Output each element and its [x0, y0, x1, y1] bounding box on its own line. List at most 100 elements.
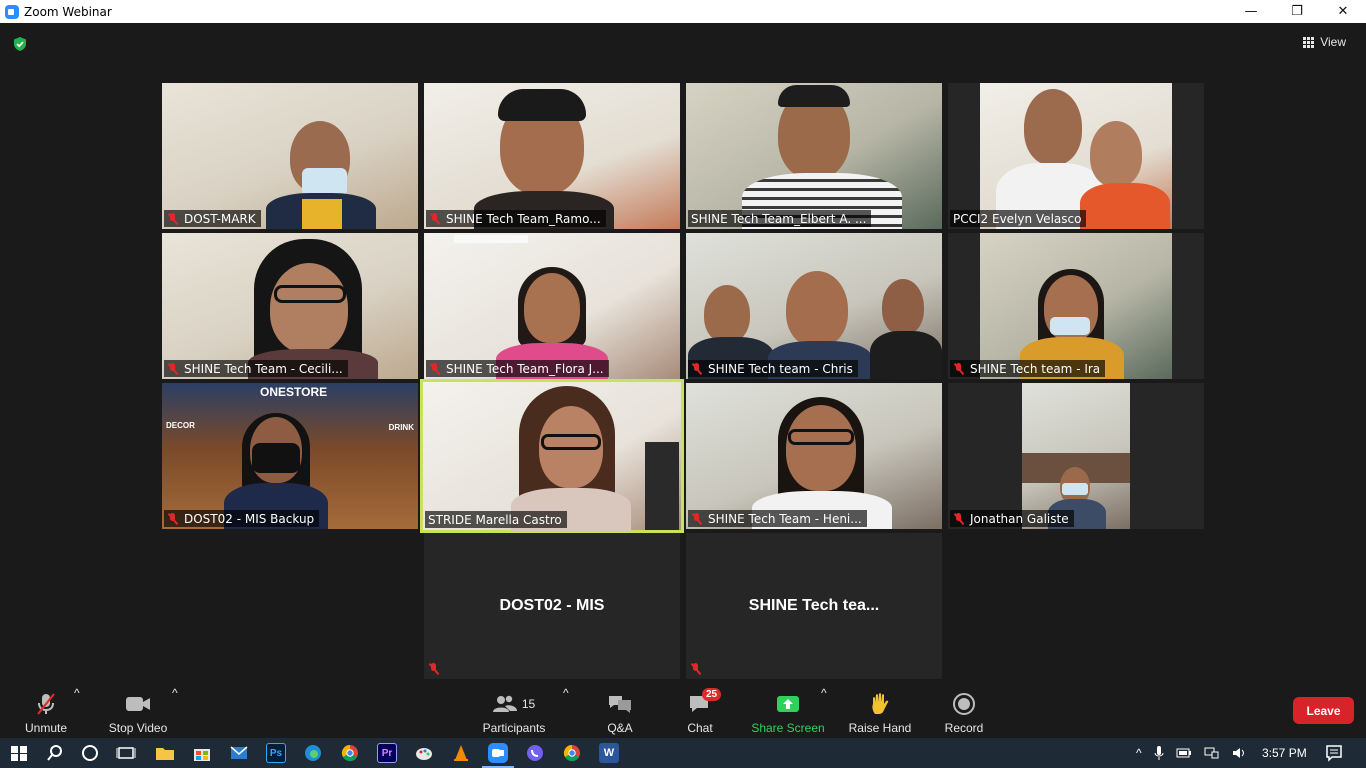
record-button[interactable]: Record [940, 686, 988, 738]
video-tile-active-speaker[interactable]: STRIDE Marella Castro [420, 379, 684, 533]
paint-icon[interactable] [414, 743, 434, 763]
video-tile[interactable]: SHINE Tech team - Ira [948, 233, 1204, 379]
mic-muted-icon [167, 512, 179, 525]
taskbar-clock[interactable]: 3:57 PM [1262, 738, 1307, 768]
view-button[interactable]: View [1303, 35, 1346, 49]
grid-icon [1303, 36, 1315, 48]
participant-name-label: SHINE Tech Team_Elbert A. ... [688, 210, 872, 227]
system-tray: ^ [1136, 738, 1248, 768]
qa-button[interactable]: Q&A [598, 686, 642, 738]
chevron-up-icon[interactable]: ^ [1136, 746, 1142, 760]
chrome-icon[interactable] [340, 743, 360, 763]
meeting-toolbar: Unmute ^ Stop Video ^ 15 Participants ^ … [0, 686, 1366, 738]
edge-icon[interactable] [303, 743, 323, 763]
notifications-icon[interactable] [1324, 743, 1344, 763]
participant-name-label: DOST02 - MIS Backup [164, 510, 320, 527]
participants-icon: 15 [492, 690, 536, 718]
chrome-icon[interactable] [562, 743, 582, 763]
share-screen-icon [775, 690, 801, 718]
participant-name-label: SHINE Tech team - Chris [688, 360, 858, 377]
unmute-button[interactable]: Unmute [16, 686, 76, 738]
leave-button[interactable]: Leave [1293, 697, 1354, 724]
mic-muted-icon [429, 212, 441, 225]
participant-video [424, 83, 680, 229]
mic-muted-icon [691, 512, 703, 525]
file-explorer-icon[interactable] [155, 743, 175, 763]
participant-video: ONESTORE DECOR DRINK [162, 383, 418, 529]
view-label: View [1320, 35, 1346, 49]
video-options-caret[interactable]: ^ [172, 686, 178, 738]
mic-muted-icon [691, 362, 703, 375]
network-icon[interactable] [1204, 746, 1220, 760]
participant-name-center: SHINE Tech tea... [748, 597, 880, 614]
qa-icon [607, 690, 633, 718]
share-screen-button[interactable]: Share Screen [751, 686, 825, 738]
video-tile[interactable]: DOST-MARK [162, 83, 418, 229]
video-tile[interactable]: PCCI2 Evelyn Velasco [948, 83, 1204, 229]
photoshop-icon[interactable]: Ps [266, 743, 286, 763]
viber-icon[interactable] [525, 743, 545, 763]
participant-name-label: SHINE Tech Team_Flora J... [426, 360, 609, 377]
audio-options-caret[interactable]: ^ [74, 686, 80, 738]
mic-muted-icon [167, 362, 179, 375]
participant-video [423, 382, 681, 532]
participants-button[interactable]: 15 Participants [480, 686, 548, 738]
stop-video-button[interactable]: Stop Video [104, 686, 172, 738]
participant-video [162, 83, 418, 229]
video-tile[interactable]: SHINE Tech Team_Flora J... [424, 233, 680, 379]
participants-count: 15 [521, 697, 536, 711]
record-icon [953, 690, 975, 718]
participant-name-label: SHINE Tech Team_Ramo... [426, 210, 606, 227]
microphone-icon[interactable] [1154, 745, 1164, 761]
no-video-tile[interactable]: DOST02 - MIS [424, 533, 680, 679]
share-options-caret[interactable]: ^ [821, 686, 827, 738]
search-icon[interactable] [45, 743, 65, 763]
mic-muted-icon [429, 362, 441, 375]
windows-start-icon[interactable] [9, 743, 29, 763]
participants-options-caret[interactable]: ^ [563, 686, 569, 738]
participant-video [686, 233, 942, 379]
participant-name-center: DOST02 - MIS [499, 597, 605, 614]
no-video-tile[interactable]: SHINE Tech tea... [686, 533, 942, 679]
shield-check-icon[interactable] [12, 36, 28, 52]
volume-icon[interactable] [1232, 746, 1248, 760]
participant-name-label: DOST-MARK [164, 210, 261, 227]
close-button[interactable]: ✕ [1320, 0, 1366, 23]
video-tile[interactable]: SHINE Tech team - Chris [686, 233, 942, 379]
zoom-app-icon [5, 4, 19, 19]
word-icon[interactable]: W [599, 743, 619, 763]
raise-hand-button[interactable]: Raise Hand [848, 686, 912, 738]
store-sign: ONESTORE [260, 385, 328, 399]
battery-icon[interactable] [1176, 748, 1192, 758]
store-drink-sign: DRINK [388, 423, 414, 432]
restore-button[interactable]: ❐ [1274, 0, 1320, 23]
vlc-icon[interactable] [451, 743, 471, 763]
store-icon[interactable] [192, 743, 212, 763]
webinar-main: View DOST-MARK SHINE Tech Team_Ramo... S… [0, 23, 1366, 686]
video-tile[interactable]: SHINE Tech Team_Elbert A. ... [686, 83, 942, 229]
participant-video [424, 233, 680, 379]
video-tile[interactable]: SHINE Tech Team - Cecili... [162, 233, 418, 379]
mic-muted-icon [167, 212, 179, 225]
window-titlebar: Zoom Webinar — ❐ ✕ [0, 0, 1366, 23]
video-tile[interactable]: ONESTORE DECOR DRINK DOST02 - MIS Backup [162, 383, 418, 529]
premiere-icon[interactable]: Pr [377, 743, 397, 763]
zoom-icon[interactable] [482, 743, 514, 768]
video-camera-icon [125, 690, 151, 718]
minimize-button[interactable]: — [1228, 0, 1274, 23]
participant-video [686, 83, 942, 229]
participant-video [686, 383, 942, 529]
mic-muted-icon [34, 690, 58, 718]
store-decor-sign: DECOR [166, 421, 195, 430]
video-tile[interactable]: SHINE Tech Team_Ramo... [424, 83, 680, 229]
window-title: Zoom Webinar [24, 4, 112, 19]
window-controls: — ❐ ✕ [1228, 0, 1366, 23]
chat-unread-badge: 25 [702, 688, 722, 701]
mail-icon[interactable] [229, 743, 249, 763]
participant-name-label: PCCI2 Evelyn Velasco [950, 210, 1087, 227]
task-view-icon[interactable] [116, 743, 136, 763]
participant-name-label: SHINE Tech team - Ira [950, 360, 1106, 377]
video-tile[interactable]: Jonathan Galiste [948, 383, 1204, 529]
video-tile[interactable]: SHINE Tech Team - Heni... [686, 383, 942, 529]
cortana-icon[interactable] [80, 743, 100, 763]
